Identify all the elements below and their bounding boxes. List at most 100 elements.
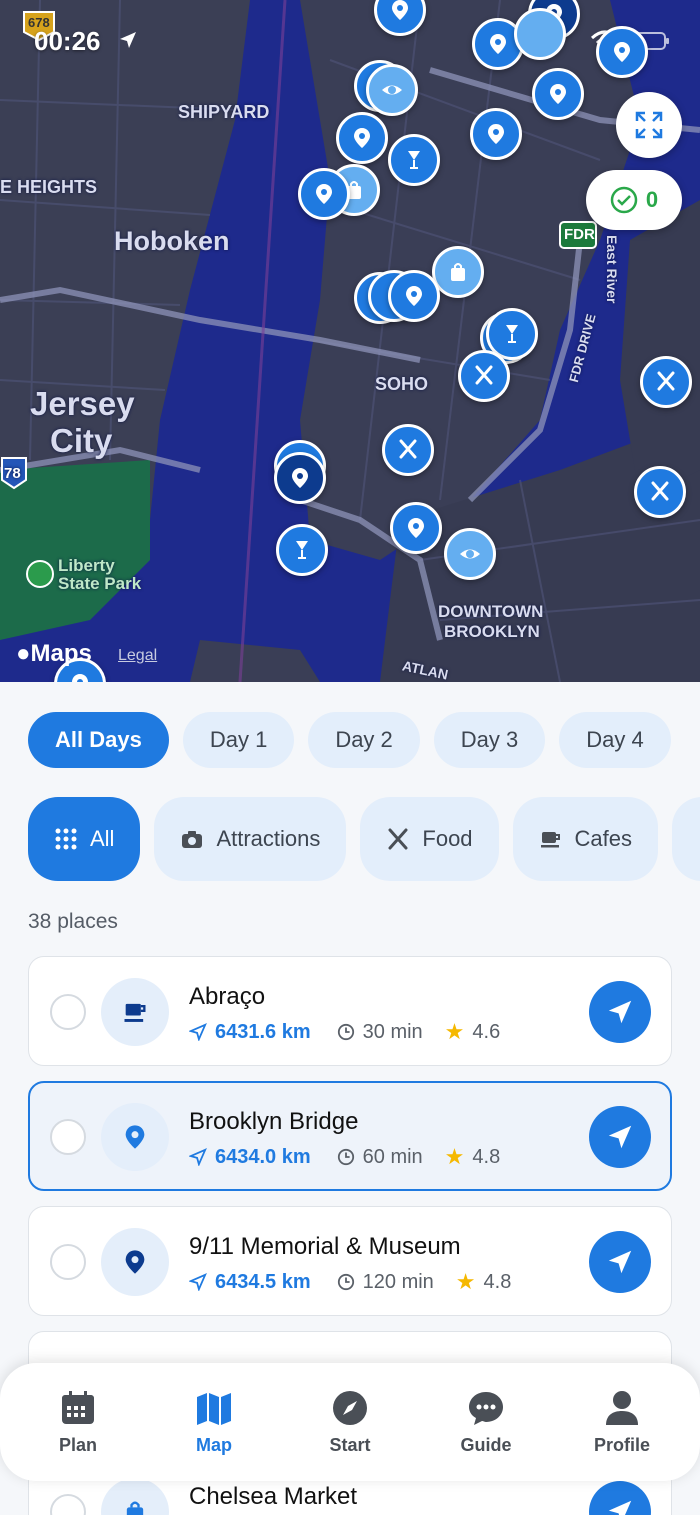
day-chip-1[interactable]: Day 1 — [182, 712, 295, 768]
place-duration: 120 min — [362, 1270, 434, 1293]
navigate-button[interactable] — [589, 1106, 651, 1168]
category-chip-food[interactable]: Food — [360, 797, 499, 881]
map-pin-attraction[interactable] — [444, 528, 496, 580]
place-meta: 6431.6 km 30 min ★ 4.6 — [189, 1019, 500, 1045]
map-pin-location[interactable] — [298, 168, 350, 220]
completed-count: 0 — [645, 187, 659, 212]
place-rating: 4.8 — [472, 1145, 501, 1168]
navigate-button[interactable] — [589, 981, 651, 1043]
location-pin-icon — [490, 34, 506, 54]
map-view[interactable]: 78 678 FDR SHIPYARD E HEIGHTS Hoboken Je… — [0, 0, 700, 682]
location-pin-icon — [354, 128, 370, 148]
utensils-icon — [657, 371, 675, 391]
place-rating: 4.6 — [472, 1020, 501, 1043]
tab-start[interactable]: Start — [290, 1389, 410, 1456]
map-pin-location[interactable] — [274, 452, 326, 504]
map-pin-location[interactable] — [390, 502, 442, 554]
tab-label: Plan — [58, 1434, 97, 1455]
maps-attribution: ●Maps — [16, 640, 92, 668]
map-label-downtown: DOWNTOWN — [438, 602, 544, 621]
utensils-icon — [399, 439, 417, 459]
map-pin-location[interactable] — [388, 270, 440, 322]
place-category-icon — [101, 1228, 169, 1296]
map-pin-restaurant[interactable] — [634, 466, 686, 518]
tab-map[interactable]: Map — [154, 1389, 274, 1456]
map-pin-location[interactable] — [470, 108, 522, 160]
category-filter: All Attractions Food Cafes — [28, 797, 700, 881]
tab-label: Start — [329, 1434, 371, 1455]
place-duration: 60 min — [362, 1145, 423, 1168]
map-pin-restaurant[interactable] — [382, 424, 434, 476]
map-label-liberty-2: State Park — [58, 574, 142, 593]
visited-checkbox[interactable] — [50, 1494, 86, 1515]
fullscreen-button[interactable] — [616, 92, 682, 158]
location-pin-icon — [316, 184, 332, 204]
map-pin-shopping[interactable] — [432, 246, 484, 298]
category-chip-all[interactable]: All — [28, 797, 141, 881]
place-card[interactable]: Abraço 6431.6 km 30 min ★ 4.6 — [28, 956, 672, 1066]
place-name: Chelsea Market — [189, 1483, 358, 1510]
utensils-icon — [388, 828, 408, 850]
category-label: Cafes — [574, 826, 633, 851]
day-chip-3[interactable]: Day 3 — [433, 712, 546, 768]
category-chip-cafes[interactable]: Cafes — [512, 797, 659, 881]
location-pin-icon — [72, 674, 88, 682]
eye-icon — [460, 549, 480, 559]
map-pin-cluster[interactable] — [514, 8, 566, 60]
map-pin-bar[interactable] — [388, 134, 440, 186]
day-filter: All Days Day 1 Day 2 Day 3 Day 4 — [28, 712, 671, 768]
map-pin-bar[interactable] — [276, 524, 328, 576]
expand-icon — [635, 111, 663, 139]
map-label-heights: E HEIGHTS — [0, 177, 98, 197]
map-label-soho: SOHO — [375, 374, 429, 394]
tab-bar: Plan Map Start Guide Profile — [0, 1363, 700, 1481]
park-icon — [26, 560, 54, 588]
visited-checkbox[interactable] — [50, 1244, 86, 1280]
completed-counter-button[interactable]: 0 — [586, 170, 682, 230]
category-label: All — [90, 826, 115, 851]
category-label: Attractions — [216, 826, 321, 851]
visited-checkbox[interactable] — [50, 1119, 86, 1155]
location-pin-icon — [488, 124, 504, 144]
navigate-button[interactable] — [589, 1231, 651, 1293]
wine-glass-icon — [506, 325, 518, 343]
tab-label: Map — [196, 1434, 232, 1455]
map-pin-restaurant[interactable] — [458, 350, 510, 402]
calendar-icon — [62, 1390, 94, 1424]
tab-guide[interactable]: Guide — [426, 1389, 546, 1456]
place-distance: 6434.5 km — [215, 1270, 311, 1293]
wine-glass-icon — [296, 541, 308, 559]
tab-plan[interactable]: Plan — [18, 1389, 138, 1456]
apple-logo-icon: ● — [16, 640, 31, 667]
day-chip-4[interactable]: Day 4 — [559, 712, 671, 768]
places-count: 38 places — [28, 910, 118, 933]
visited-checkbox[interactable] — [50, 994, 86, 1030]
check-circle-icon — [610, 186, 638, 214]
navigation-icon — [189, 1023, 207, 1041]
place-card[interactable]: Brooklyn Bridge 6434.0 km 60 min ★ 4.8 — [28, 1081, 672, 1191]
star-icon: ★ — [444, 1144, 465, 1169]
eye-icon — [382, 85, 402, 95]
tab-profile[interactable]: Profile — [562, 1389, 682, 1456]
category-chip-attractions[interactable]: Attractions — [154, 797, 347, 881]
legal-link[interactable]: Legal — [118, 647, 157, 665]
map-pin-attraction[interactable] — [366, 64, 418, 116]
wine-glass-icon — [408, 151, 420, 169]
map-pin-restaurant[interactable] — [640, 356, 692, 408]
map-pin-location[interactable] — [336, 112, 388, 164]
category-chip-more[interactable] — [672, 797, 700, 881]
navigate-button[interactable] — [589, 1481, 651, 1515]
place-card[interactable]: 9/11 Memorial & Museum 6434.5 km 120 min… — [28, 1206, 672, 1316]
category-label: Food — [422, 826, 473, 851]
map-label-shipyard: SHIPYARD — [178, 102, 270, 122]
highway-78-label: 78 — [4, 465, 21, 482]
map-pin-location[interactable] — [532, 68, 584, 120]
day-chip-2[interactable]: Day 2 — [308, 712, 420, 768]
place-meta: 6434.0 km 60 min ★ 4.8 — [189, 1144, 500, 1170]
chat-icon — [469, 1391, 503, 1425]
day-chip-all[interactable]: All Days — [28, 712, 169, 768]
clock-icon — [337, 1023, 354, 1041]
place-name: Abraço — [189, 983, 266, 1010]
map-pin-location[interactable] — [596, 26, 648, 78]
shopping-bag-icon — [126, 1501, 144, 1515]
